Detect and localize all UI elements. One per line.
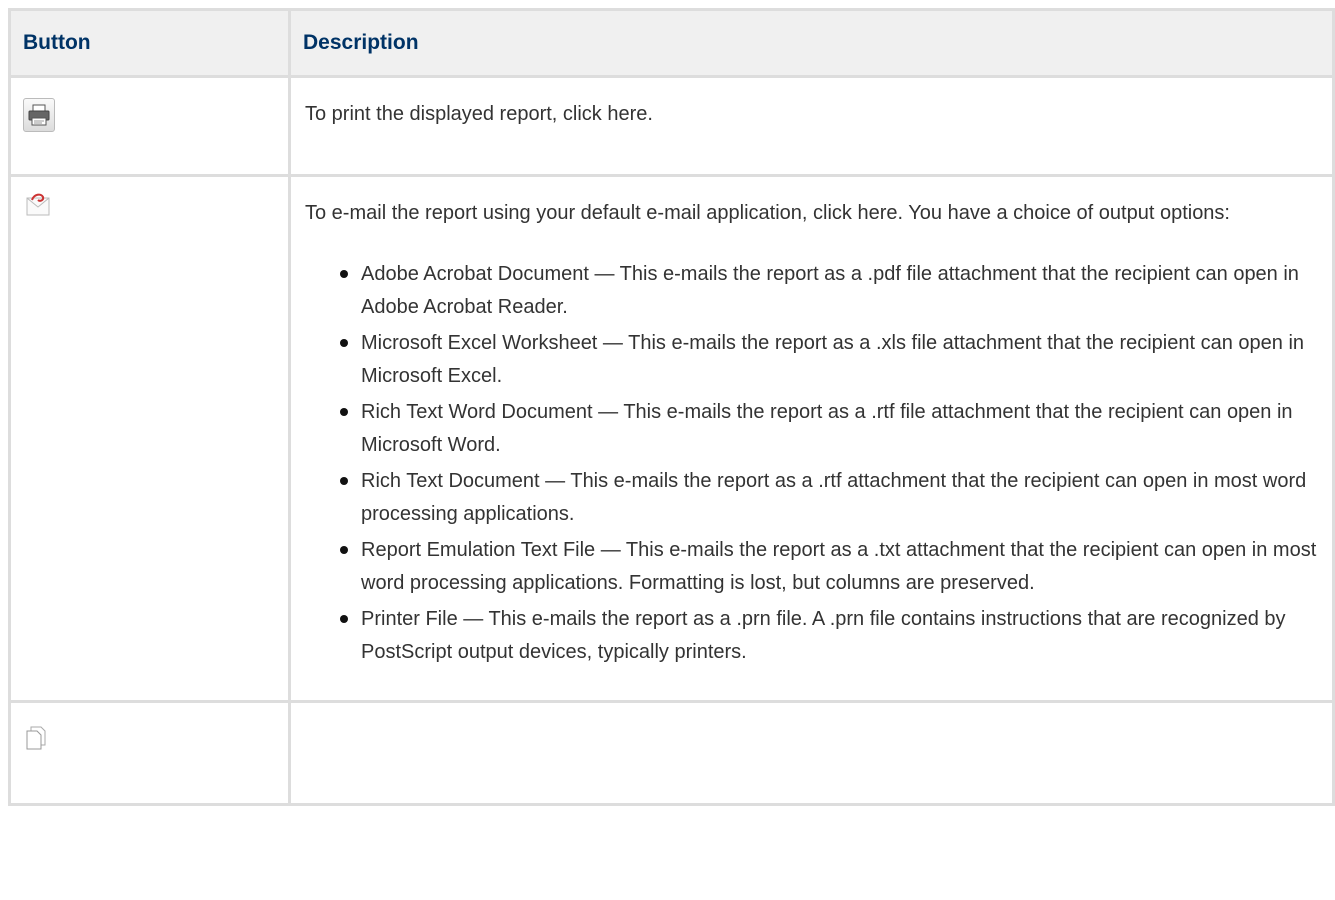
printer-icon-graphic [28, 104, 50, 126]
email-icon-graphic [26, 193, 50, 216]
table-header-row: Button Description [8, 8, 1335, 78]
printer-icon[interactable] [23, 98, 55, 132]
list-item: Microsoft Excel Worksheet — This e-mails… [340, 327, 1320, 393]
description-cell [288, 700, 1335, 806]
list-item: Printer File — This e-mails the report a… [340, 603, 1320, 669]
list-item: Report Emulation Text File — This e-mail… [340, 534, 1320, 600]
description-cell: To print the displayed report, click her… [288, 75, 1335, 177]
copy-icon-graphic [26, 726, 46, 750]
button-description-table: Button Description To print the displaye… [8, 8, 1335, 806]
table-row: To e-mail the report using your default … [8, 174, 1335, 703]
copy-icon[interactable] [23, 721, 55, 753]
email-icon[interactable] [23, 189, 55, 221]
table-row [8, 700, 1335, 806]
description-cell: To e-mail the report using your default … [288, 174, 1335, 703]
button-cell [8, 75, 291, 177]
list-item: Adobe Acrobat Document — This e-mails th… [340, 258, 1320, 324]
table-row: To print the displayed report, click her… [8, 75, 1335, 177]
email-description: To e-mail the report using your default … [305, 202, 1230, 224]
list-item: Rich Text Document — This e-mails the re… [340, 465, 1320, 531]
button-cell [8, 700, 291, 806]
header-button: Button [8, 8, 291, 78]
header-description: Description [288, 8, 1335, 78]
output-options-list: Adobe Acrobat Document — This e-mails th… [305, 258, 1320, 669]
print-description: To print the displayed report, click her… [305, 103, 653, 125]
list-item: Rich Text Word Document — This e-mails t… [340, 396, 1320, 462]
button-cell [8, 174, 291, 703]
